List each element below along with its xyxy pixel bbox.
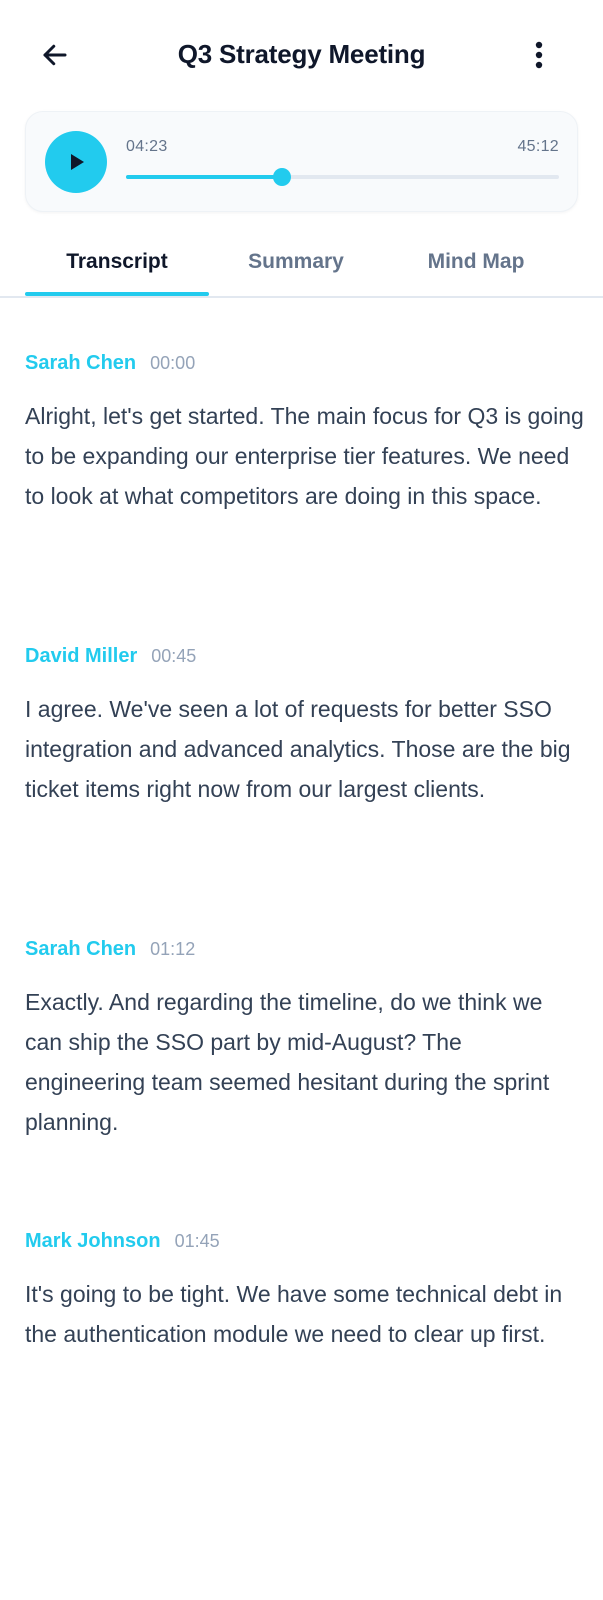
- tab-mind-map[interactable]: Mind Map: [384, 228, 568, 296]
- speaker-name: David Miller: [25, 644, 138, 667]
- play-button[interactable]: [45, 131, 107, 193]
- entry-timestamp: 01:45: [174, 1230, 220, 1251]
- speaker-name: Sarah Chen: [25, 351, 137, 374]
- progress-thumb[interactable]: [272, 168, 291, 186]
- more-options-button[interactable]: [524, 36, 554, 74]
- speaker-name: Sarah Chen: [25, 937, 137, 960]
- speaker-name: Mark Johnson: [25, 1229, 161, 1252]
- active-tab-indicator: [25, 292, 209, 296]
- audio-player: 04:23 45:12: [25, 111, 578, 212]
- transcript-text: Alright, let's get started. The main foc…: [25, 403, 584, 509]
- tab-summary[interactable]: Summary: [204, 228, 388, 296]
- more-vertical-icon: [535, 41, 543, 69]
- entry-timestamp: 01:12: [150, 938, 196, 959]
- app-header: Q3 Strategy Meeting: [0, 0, 603, 108]
- entry-timestamp: 00:45: [151, 645, 197, 666]
- play-icon: [71, 154, 84, 170]
- transcript-text: It's going to be tight. We have some tec…: [25, 1281, 563, 1347]
- transcript-entry: Mark Johnson 01:45 It's going to be tigh…: [25, 1226, 585, 1354]
- progress-slider[interactable]: [126, 168, 559, 186]
- entry-timestamp: 00:00: [150, 352, 196, 373]
- progress-fill: [126, 175, 282, 179]
- page-title: Q3 Strategy Meeting: [177, 39, 426, 69]
- transcript-text: I agree. We've seen a lot of requests fo…: [25, 696, 571, 802]
- transcript-entry: David Miller 00:45 I agree. We've seen a…: [25, 641, 585, 809]
- total-time: 45:12: [517, 138, 559, 155]
- transcript-entry: Sarah Chen 00:00 Alright, let's get star…: [25, 348, 585, 516]
- current-time: 04:23: [126, 138, 168, 155]
- transcript-entry: Sarah Chen 01:12 Exactly. And regarding …: [25, 934, 585, 1142]
- tab-bar: Transcript Summary Mind Map: [0, 228, 603, 298]
- tab-transcript[interactable]: Transcript: [25, 228, 209, 296]
- transcript-text: Exactly. And regarding the timeline, do …: [25, 989, 550, 1135]
